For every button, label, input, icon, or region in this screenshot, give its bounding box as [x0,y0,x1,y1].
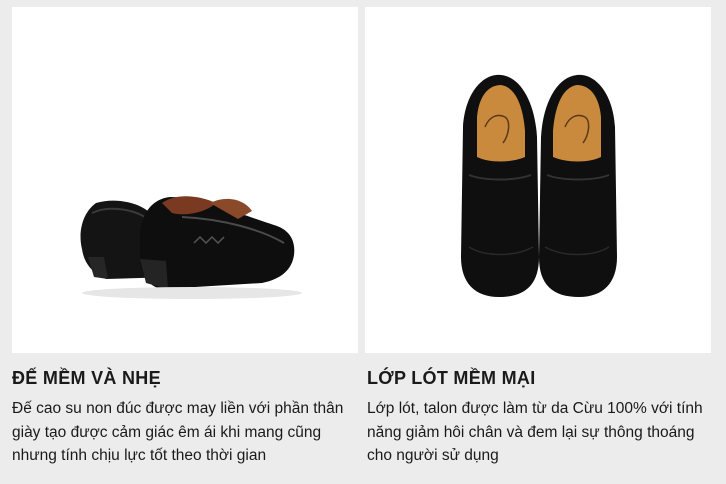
feature-card-sole: ĐẾ MỀM VÀ NHẸ Đế cao su non đúc được may… [12,7,358,484]
loafer-rear-illustration [80,196,302,299]
loafer-top-illustration [461,74,617,297]
product-image-rear [12,7,358,353]
feature-card-lining: LỚP LÓT MỀM MẠI Lớp lót, talon được làm … [365,7,711,484]
card-title: LỚP LÓT MỀM MẠI [367,368,536,388]
card-description: Đế cao su non đúc được may liền với phần… [12,400,344,464]
card-title: ĐẾ MỀM VÀ NHẸ [12,368,161,388]
card-description: Lớp lót, talon được làm từ da Cừu 100% v… [367,400,703,464]
product-image-top [365,7,711,353]
